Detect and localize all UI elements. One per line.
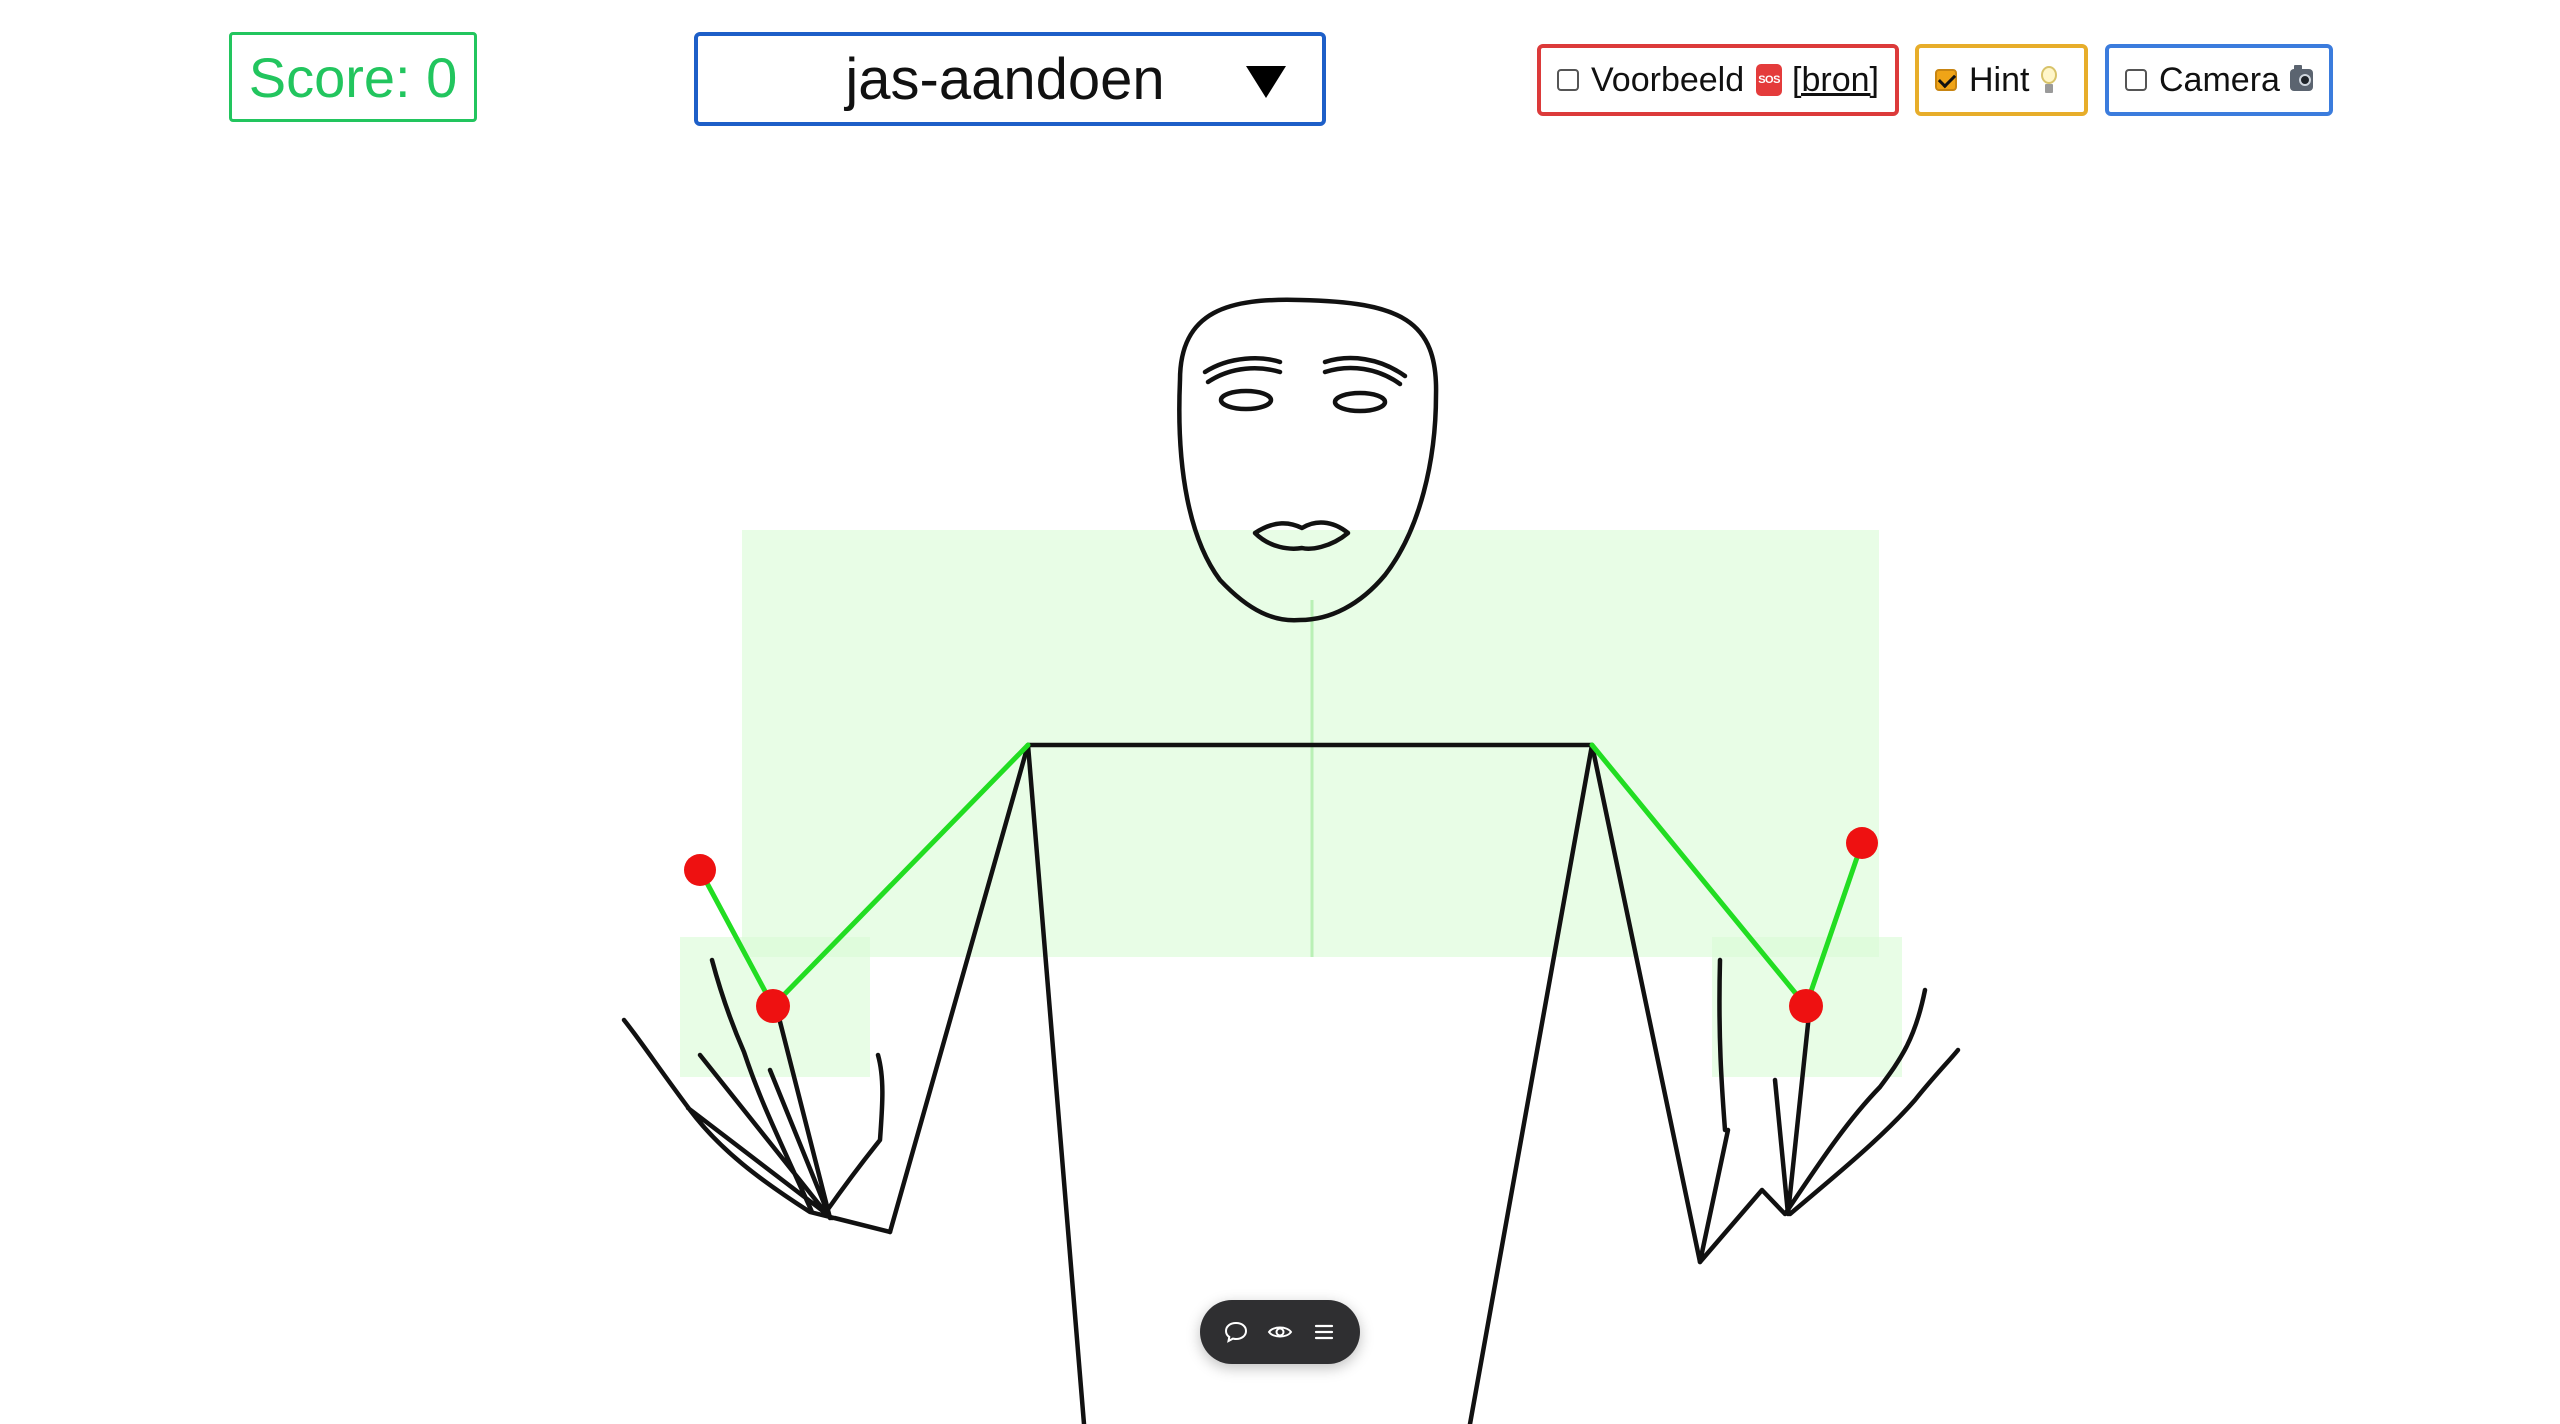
right-eyebrow-2 [1322, 365, 1403, 387]
left-fingertip-joint[interactable] [684, 854, 716, 886]
right-wrist-joint[interactable] [1789, 989, 1823, 1023]
right-fingertip-joint[interactable] [1846, 827, 1878, 859]
right-eye [1332, 390, 1388, 414]
left-eyebrow-2 [1205, 366, 1283, 385]
eye-icon [1267, 1326, 1293, 1338]
view-button[interactable] [1262, 1314, 1298, 1350]
menu-icon [1314, 1324, 1334, 1340]
chat-bubble-icon [1224, 1321, 1248, 1343]
app-stage: Score: 0 jas-aandoen Voorbeeld SOS [bron… [0, 0, 2560, 1424]
floating-toolbar [1200, 1300, 1360, 1364]
left-eye [1218, 388, 1274, 412]
menu-button[interactable] [1306, 1314, 1342, 1350]
left-wrist-joint[interactable] [756, 989, 790, 1023]
stick-figure-canvas [621, 297, 1961, 1424]
chat-button[interactable] [1218, 1314, 1254, 1350]
